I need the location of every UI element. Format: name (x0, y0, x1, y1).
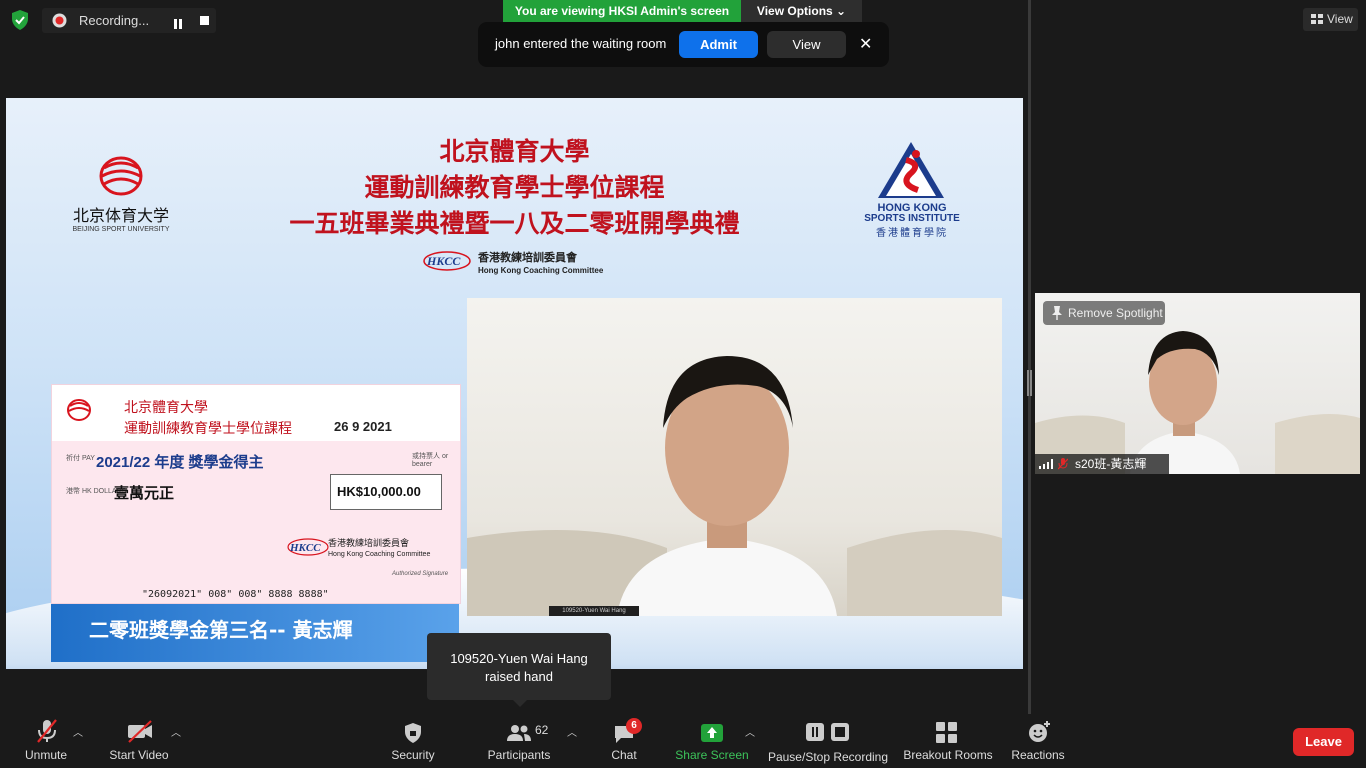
shared-screen: 北京體育大學 運動訓練教育學士學位課程 一五班畢業典禮暨一八及二零班開學典禮 北… (6, 98, 1023, 669)
recording-label: Recording... (79, 13, 150, 28)
bsu-english-name: BEIJING SPORT UNIVERSITY (72, 226, 170, 233)
hkcc-chinese-name: 香港教練培訓委員會 (478, 252, 577, 264)
cheque-hkcc-chinese: 香港教練培訓委員會 (328, 538, 410, 548)
raised-hand-text: raised hand (485, 669, 553, 684)
scholarship-cheque: 北京體育大學 運動訓練教育學士學位課程 26 9 2021 祈付 PAY 202… (51, 384, 461, 604)
cheque-programme: 運動訓練教育學士學位課程 (124, 421, 292, 437)
cheque-micr-line: "26092021" 008" 008" 8888 8888" (142, 589, 329, 600)
chat-unread-badge: 6 (626, 718, 642, 734)
participant-name-tag: s20班-黃志輝 (1035, 454, 1169, 474)
waiting-room-notification: john entered the waiting room Admit View… (478, 22, 889, 67)
presenter-silhouette-icon (467, 356, 1002, 616)
start-video-label: Start Video (109, 748, 169, 762)
cheque-amount-words: 壹萬元正 (114, 485, 175, 502)
chat-label: Chat (611, 748, 637, 762)
cheque-payee: 2021/22 年度 獎學金得主 (96, 454, 264, 471)
reactions-icon (1029, 721, 1050, 742)
svg-text:HKCC: HKCC (289, 542, 321, 554)
cheque-bearer-label: 或持票人 or bearer (412, 453, 449, 468)
cheque-signature-label: Authorized Signature (392, 571, 449, 577)
view-waiting-room-button[interactable]: View (767, 31, 846, 58)
participants-count: 62 (535, 723, 549, 737)
resize-handle[interactable] (1027, 370, 1032, 396)
remove-spotlight-button[interactable]: Remove Spotlight (1043, 301, 1165, 325)
stop-recording-icon[interactable] (200, 16, 209, 25)
participants-options-chevron-icon[interactable]: ︿ (567, 724, 577, 739)
remove-spotlight-label: Remove Spotlight (1068, 306, 1163, 320)
cheque-amount: HK$10,000.00 (337, 484, 421, 499)
muted-mic-icon (1058, 458, 1068, 470)
admit-button[interactable]: Admit (679, 31, 758, 58)
viewing-screen-banner: You are viewing HKSI Admin's screen (503, 0, 741, 22)
signal-strength-icon (1039, 459, 1053, 469)
unmute-options-chevron-icon[interactable]: ︿ (73, 724, 83, 739)
video-off-icon (128, 720, 152, 743)
cheque-amount-box: HK$10,000.00 (330, 474, 442, 510)
view-layout-button[interactable]: View (1303, 8, 1358, 31)
cheque-date: 26 9 2021 (334, 419, 392, 434)
view-options-button[interactable]: View Options ⌄ (741, 0, 862, 22)
pin-icon (1052, 306, 1062, 320)
cheque-hkcc-logo-icon: HKCC (286, 537, 330, 557)
participants-label: Participants (487, 748, 551, 762)
muted-mic-icon (37, 719, 57, 743)
presenter-video: 109520-Yuen Wai Hang (467, 298, 1002, 616)
video-options-chevron-icon[interactable]: ︿ (171, 724, 181, 739)
recording-dot-icon (52, 13, 67, 28)
security-shield-icon[interactable] (8, 8, 32, 32)
cheque-pay-label: 祈付 PAY (66, 455, 95, 462)
breakout-rooms-label: Breakout Rooms (903, 748, 993, 762)
cheque-hkcc-english: Hong Kong Coaching Committee (328, 551, 431, 558)
participants-icon (507, 725, 531, 741)
reactions-label: Reactions (1011, 748, 1065, 762)
participant-name: s20班-黃志輝 (1075, 457, 1147, 471)
cheque-university: 北京體育大學 (124, 400, 208, 416)
leave-button[interactable]: Leave (1293, 728, 1354, 756)
hksi-name-line-2: SPORTS INSTITUTE (864, 213, 960, 224)
share-screen-icon (701, 724, 723, 742)
recording-indicator: Recording... (42, 8, 216, 33)
tooltip-arrow (513, 700, 527, 707)
hksi-chinese-name: 香港體育學院 (876, 228, 948, 239)
shield-icon (405, 723, 421, 743)
notification-text: john entered the waiting room (495, 36, 667, 51)
panel-separator (1028, 0, 1031, 714)
breakout-rooms-icon (936, 722, 957, 743)
pause-recording-icon[interactable] (173, 16, 183, 29)
award-caption-bar: 二零班獎學金第三名-- 黃志輝 (51, 604, 459, 662)
raised-hand-tooltip: 109520-Yuen Wai Hang raised hand (427, 633, 611, 707)
hkcc-english-name: Hong Kong Coaching Committee (478, 266, 604, 275)
close-icon[interactable]: ✕ (859, 34, 872, 54)
hkcc-logo-icon: HKCC (422, 250, 472, 272)
pause-stop-recording-label: Pause/Stop Recording (767, 750, 889, 764)
share-screen-label: Share Screen (675, 748, 749, 762)
meeting-toolbar: Unmute ︿ Start Video ︿ Security 62 Parti… (0, 714, 1366, 768)
view-layout-label: View (1327, 12, 1353, 26)
cheque-bsu-logo-icon (64, 395, 94, 425)
share-options-chevron-icon[interactable]: ︿ (745, 724, 755, 739)
presenter-name-tag: 109520-Yuen Wai Hang (549, 606, 639, 616)
bsu-chinese-name: 北京体育大学 (72, 206, 169, 225)
pause-stop-icon (806, 723, 849, 741)
security-label: Security (391, 748, 435, 762)
hksi-logo-icon (876, 140, 946, 200)
spotlight-video-tile[interactable]: Remove Spotlight s20班-黃志輝 (1035, 293, 1360, 474)
grid-icon (1311, 14, 1323, 24)
unmute-label: Unmute (24, 748, 68, 762)
raised-hand-participant: 109520-Yuen Wai Hang (450, 651, 588, 666)
award-caption: 二零班獎學金第三名-- 黃志輝 (89, 618, 353, 642)
svg-text:HKCC: HKCC (426, 254, 461, 268)
